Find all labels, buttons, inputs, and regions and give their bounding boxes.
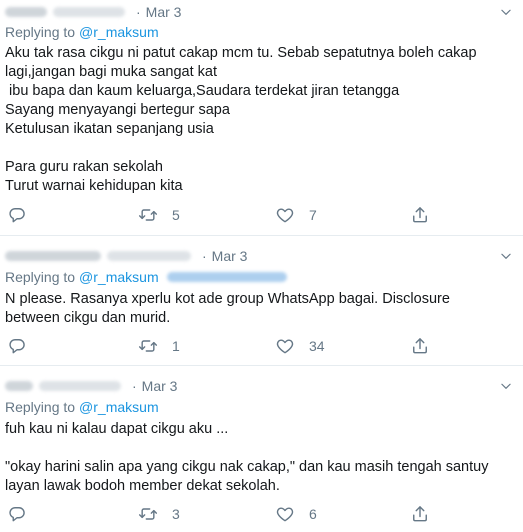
replying-to: Replying to @r_maksum bbox=[5, 24, 159, 40]
mention-link[interactable]: @r_maksum bbox=[79, 269, 159, 285]
author-name-redacted[interactable] bbox=[5, 7, 47, 17]
like-icon bbox=[275, 205, 295, 225]
author-name-redacted[interactable] bbox=[5, 381, 33, 391]
retweet-button[interactable]: 1 bbox=[138, 336, 180, 356]
share-icon bbox=[410, 504, 430, 524]
author-handle-redacted[interactable] bbox=[39, 381, 121, 391]
share-icon bbox=[410, 336, 430, 356]
author-handle-redacted[interactable] bbox=[107, 251, 191, 261]
like-button[interactable]: 34 bbox=[275, 336, 325, 356]
retweet-button[interactable]: 3 bbox=[138, 504, 180, 524]
tweet-header: · Mar 3 bbox=[5, 248, 247, 264]
reply-button[interactable] bbox=[7, 504, 27, 524]
mention-link-redacted[interactable] bbox=[166, 272, 287, 282]
replying-to: Replying to @r_maksum bbox=[5, 399, 159, 415]
chevron-down-icon[interactable] bbox=[499, 249, 513, 263]
tweet-text: Aku tak rasa cikgu ni patut cakap mcm tu… bbox=[5, 45, 477, 194]
tweet-date[interactable]: Mar 3 bbox=[212, 248, 248, 264]
like-button[interactable]: 7 bbox=[275, 205, 317, 225]
like-icon bbox=[275, 336, 295, 356]
reply-button[interactable] bbox=[7, 205, 27, 225]
tweet-date[interactable]: Mar 3 bbox=[142, 378, 178, 394]
tweet[interactable]: · Mar 3 Replying to @r_maksum N please. … bbox=[0, 236, 523, 366]
reply-icon bbox=[7, 205, 27, 225]
tweet-actions: 3 6 bbox=[5, 504, 435, 524]
tweet-actions: 1 34 bbox=[5, 336, 435, 356]
retweet-count: 1 bbox=[172, 338, 180, 354]
share-button[interactable] bbox=[410, 205, 430, 225]
tweet-text: N please. Rasanya xperlu kot ade group W… bbox=[5, 291, 450, 326]
retweet-icon bbox=[138, 205, 158, 225]
share-button[interactable] bbox=[410, 504, 430, 524]
tweet-actions: 5 7 bbox=[5, 205, 435, 225]
replying-to: Replying to @r_maksum bbox=[5, 269, 293, 285]
reply-icon bbox=[7, 504, 27, 524]
mention-link[interactable]: @r_maksum bbox=[79, 399, 159, 415]
tweet[interactable]: · Mar 3 Replying to @r_maksum Aku tak ra… bbox=[0, 0, 523, 236]
share-button[interactable] bbox=[410, 336, 430, 356]
reply-button[interactable] bbox=[7, 336, 27, 356]
retweet-count: 3 bbox=[172, 506, 180, 522]
like-count: 34 bbox=[309, 338, 325, 354]
tweet-text: fuh kau ni kalau dapat cikgu aku ... "ok… bbox=[5, 421, 489, 494]
mention-link[interactable]: @r_maksum bbox=[79, 24, 159, 40]
retweet-count: 5 bbox=[172, 207, 180, 223]
like-icon bbox=[275, 504, 295, 524]
share-icon bbox=[410, 205, 430, 225]
reply-icon bbox=[7, 336, 27, 356]
like-count: 7 bbox=[309, 207, 317, 223]
retweet-icon bbox=[138, 336, 158, 356]
retweet-button[interactable]: 5 bbox=[138, 205, 180, 225]
tweet[interactable]: · Mar 3 Replying to @r_maksum fuh kau ni… bbox=[0, 366, 523, 532]
tweet-date[interactable]: Mar 3 bbox=[146, 4, 182, 20]
like-button[interactable]: 6 bbox=[275, 504, 317, 524]
chevron-down-icon[interactable] bbox=[499, 5, 513, 19]
tweet-header: · Mar 3 bbox=[5, 378, 177, 394]
author-name-redacted[interactable] bbox=[5, 251, 101, 261]
author-handle-redacted[interactable] bbox=[53, 7, 125, 17]
like-count: 6 bbox=[309, 506, 317, 522]
tweet-header: · Mar 3 bbox=[5, 4, 181, 20]
retweet-icon bbox=[138, 504, 158, 524]
chevron-down-icon[interactable] bbox=[499, 379, 513, 393]
